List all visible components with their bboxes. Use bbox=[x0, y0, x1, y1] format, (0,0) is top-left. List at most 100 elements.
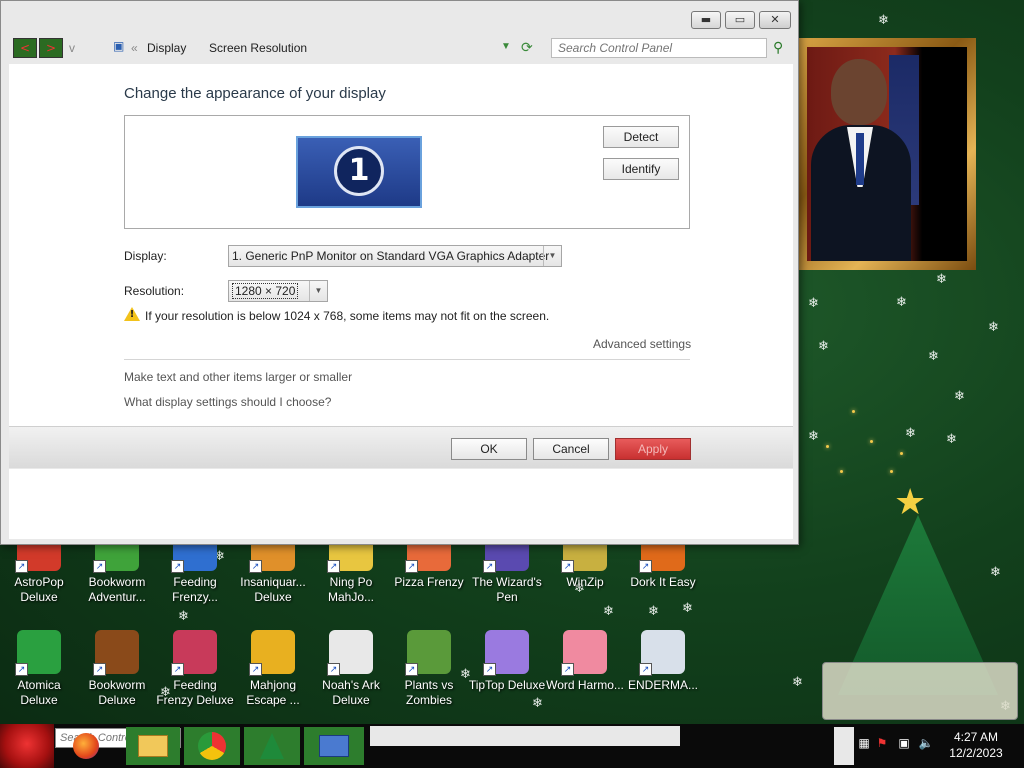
resolution-select-value: 1280 × 720 bbox=[232, 283, 299, 299]
shortcut-arrow-icon: ↗ bbox=[483, 663, 496, 676]
close-button[interactable]: ✕ bbox=[759, 11, 791, 29]
desktop-shortcut[interactable]: ↗ Feeding Frenzy Deluxe bbox=[156, 630, 234, 708]
shortcut-arrow-icon: ↗ bbox=[561, 663, 574, 676]
sparkle bbox=[900, 452, 903, 455]
shortcut-arrow-icon: ↗ bbox=[249, 663, 262, 676]
shortcut-label: Feeding Frenzy Deluxe bbox=[156, 678, 234, 707]
shortcut-label: Plants vs Zombies bbox=[404, 678, 454, 707]
search-icon[interactable]: ⚲ bbox=[773, 39, 783, 56]
desktop-shortcut[interactable]: ↗ Bookworm Deluxe bbox=[78, 630, 156, 708]
address-dropdown-icon[interactable]: ▼ bbox=[501, 41, 511, 52]
resolution-warning: If your resolution is below 1024 x 768, … bbox=[145, 309, 550, 323]
recent-pages-dropdown-icon[interactable]: v bbox=[69, 41, 75, 55]
screen-resolution-window: ▬ ▭ ✕ < > v ▣ « Display Screen Resolutio… bbox=[0, 0, 799, 545]
shortcut-icon: ↗ bbox=[93, 630, 139, 676]
shortcut-arrow-icon: ↗ bbox=[171, 560, 184, 573]
show-desktop-button[interactable] bbox=[834, 727, 854, 765]
cancel-button[interactable]: Cancel bbox=[533, 438, 609, 460]
control-panel-icon: ▣ bbox=[113, 39, 125, 53]
snowflake-icon: ❄ bbox=[954, 389, 965, 404]
minimize-button[interactable]: ▬ bbox=[691, 11, 721, 29]
shortcut-arrow-icon: ↗ bbox=[405, 560, 418, 573]
desktop-shortcut[interactable]: ↗ Mahjong Escape ... bbox=[234, 630, 312, 708]
forward-button[interactable]: > bbox=[39, 38, 63, 58]
warning-icon: ! bbox=[124, 307, 140, 321]
refresh-icon[interactable]: ⟳ bbox=[521, 39, 533, 56]
shortcut-label: Noah's Ark Deluxe bbox=[322, 678, 380, 707]
shortcut-arrow-icon: ↗ bbox=[93, 663, 106, 676]
shortcut-arrow-icon: ↗ bbox=[171, 663, 184, 676]
desktop-shortcut[interactable]: ↗ TipTop Deluxe bbox=[468, 630, 546, 693]
connection-icon[interactable]: ▣ bbox=[894, 736, 914, 750]
display-select[interactable]: 1. Generic PnP Monitor on Standard VGA G… bbox=[228, 245, 562, 267]
shortcut-label: TipTop Deluxe bbox=[468, 678, 546, 692]
shortcut-label: Insaniquar... Deluxe bbox=[240, 575, 306, 604]
snowflake-icon: ❄ bbox=[603, 604, 614, 619]
snowflake-icon: ❄ bbox=[682, 601, 693, 616]
resolution-select[interactable]: 1280 × 720 ▼ bbox=[228, 280, 328, 302]
shortcut-icon: ↗ bbox=[15, 630, 61, 676]
page-title: Change the appearance of your display bbox=[124, 85, 386, 102]
volume-icon[interactable]: 🔈 bbox=[916, 736, 936, 750]
monitor-number: 1 bbox=[334, 146, 384, 196]
advanced-settings-link[interactable]: Advanced settings bbox=[593, 337, 691, 351]
sparkle bbox=[890, 470, 893, 473]
desktop-shortcut[interactable]: ↗ Word Harmo... bbox=[546, 630, 624, 693]
address-bar: < > v ▣ « Display Screen Resolution ▼ ⟳ … bbox=[1, 33, 798, 63]
shortcut-icon: ↗ bbox=[327, 630, 373, 676]
snowflake-icon: ❄ bbox=[936, 272, 947, 287]
snowflake-icon: ❄ bbox=[178, 609, 189, 624]
shortcut-label: Word Harmo... bbox=[546, 678, 624, 692]
sparkle bbox=[870, 440, 873, 443]
shortcut-arrow-icon: ↗ bbox=[639, 560, 652, 573]
shortcut-arrow-icon: ↗ bbox=[639, 663, 652, 676]
taskbar-chrome-icon[interactable] bbox=[184, 727, 240, 765]
shortcut-arrow-icon: ↗ bbox=[15, 663, 28, 676]
detect-button[interactable]: Detect bbox=[603, 126, 679, 148]
desktop-shortcut[interactable]: ↗ Noah's Ark Deluxe bbox=[312, 630, 390, 708]
snowflake-icon: ❄ bbox=[808, 296, 819, 311]
breadcrumb-screen-resolution[interactable]: Screen Resolution bbox=[209, 41, 307, 55]
shortcut-label: Dork It Easy bbox=[630, 575, 696, 589]
network-icon[interactable]: ▦ bbox=[854, 736, 874, 750]
main-panel: Change the appearance of your display 1 … bbox=[9, 64, 793, 426]
monitor-1-thumbnail[interactable]: 1 bbox=[296, 136, 422, 208]
back-button[interactable]: < bbox=[13, 38, 37, 58]
shortcut-arrow-icon: ↗ bbox=[561, 560, 574, 573]
text-size-link[interactable]: Make text and other items larger or smal… bbox=[124, 370, 352, 384]
apply-button[interactable]: Apply bbox=[615, 438, 691, 460]
breadcrumb-display[interactable]: Display bbox=[147, 41, 186, 55]
breadcrumb-separator-icon: « bbox=[131, 41, 138, 55]
identify-button[interactable]: Identify bbox=[603, 158, 679, 180]
desktop-shortcut[interactable]: ↗ Plants vs Zombies bbox=[390, 630, 468, 708]
snowflake-icon: ❄ bbox=[905, 426, 916, 441]
desktop-shortcut[interactable]: ↗ ENDERMA... bbox=[624, 630, 702, 693]
maximize-button[interactable]: ▭ bbox=[725, 11, 755, 29]
taskbar-christmas-tree-icon[interactable] bbox=[244, 727, 300, 765]
search-input[interactable] bbox=[551, 38, 767, 58]
star-icon: ★ bbox=[894, 482, 927, 523]
sparkle bbox=[852, 410, 855, 413]
framed-portrait-image bbox=[798, 38, 976, 270]
sparkle bbox=[840, 470, 843, 473]
desktop-shortcut[interactable]: ↗ Atomica Deluxe bbox=[0, 630, 78, 708]
ok-button[interactable]: OK bbox=[451, 438, 527, 460]
snowflake-icon: ❄ bbox=[792, 675, 803, 690]
taskbar-empty-area bbox=[370, 726, 680, 746]
clock-time[interactable]: 4:27 AM bbox=[946, 730, 1006, 744]
taskbar-explorer-icon[interactable] bbox=[126, 727, 180, 765]
resolution-label: Resolution: bbox=[124, 284, 185, 298]
display-select-value: 1. Generic PnP Monitor on Standard VGA G… bbox=[232, 249, 550, 263]
shortcut-label: Feeding Frenzy... bbox=[172, 575, 218, 604]
action-center-icon[interactable]: ⚑ bbox=[872, 736, 892, 750]
taskbar-firefox-icon[interactable] bbox=[64, 727, 108, 765]
start-button[interactable] bbox=[0, 724, 54, 768]
display-help-link[interactable]: What display settings should I choose? bbox=[124, 395, 331, 409]
shortcut-label: AstroPop Deluxe bbox=[14, 575, 64, 604]
window-blank-area bbox=[9, 469, 793, 539]
taskbar-control-panel-icon[interactable] bbox=[304, 727, 364, 765]
shortcut-icon: ↗ bbox=[561, 630, 607, 676]
shortcut-label: ENDERMA... bbox=[627, 678, 698, 692]
clock-date[interactable]: 12/2/2023 bbox=[946, 746, 1006, 760]
title-bar[interactable]: ▬ ▭ ✕ bbox=[1, 1, 798, 31]
